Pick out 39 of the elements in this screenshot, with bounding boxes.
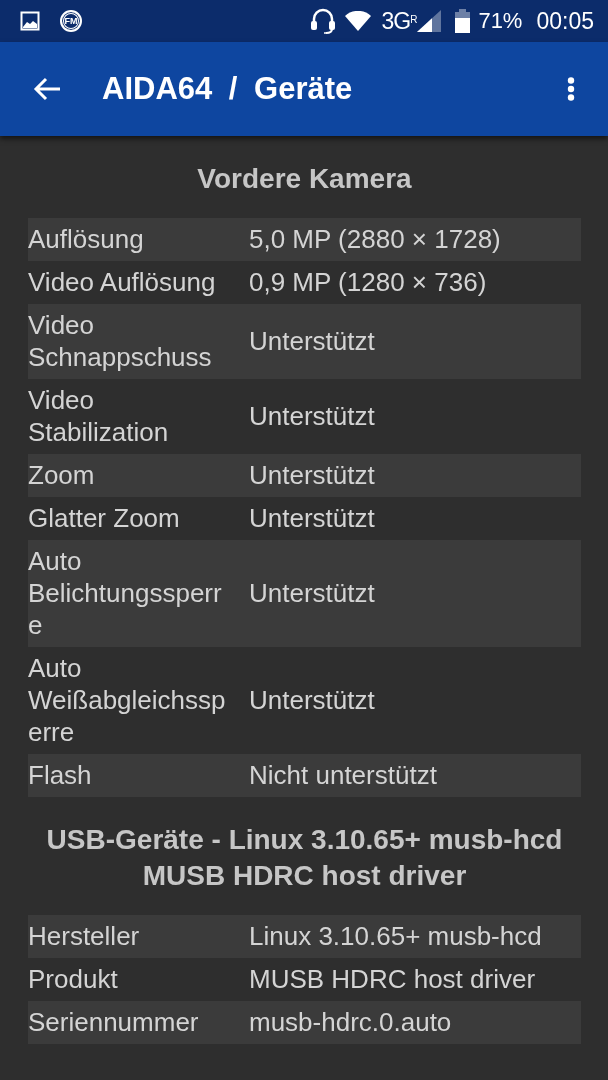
row-label: Produkt <box>28 963 119 995</box>
row-label: Auto Belichtungssperre <box>28 545 223 641</box>
row-label: Glatter Zoom <box>28 502 181 534</box>
wifi-icon <box>345 11 372 31</box>
fm-radio-badge: FM <box>60 10 82 32</box>
row-value: Unterstützt <box>249 502 376 534</box>
row-label: Zoom <box>28 459 96 491</box>
app-title: AIDA64 / Geräte <box>102 71 354 107</box>
row-value: musb-hdrc.0.auto <box>249 1006 453 1038</box>
row-value: MUSB HDRC host driver <box>249 963 537 995</box>
row-label: Seriennummer <box>28 1006 200 1038</box>
row-label: Auflösung <box>28 223 145 255</box>
row-label: Video Auflösung <box>28 266 217 298</box>
row-label: Hersteller <box>28 920 141 952</box>
roaming-indicator: R <box>410 14 418 25</box>
section-title: USB-Geräte - Linux 3.10.65+ musb-hcd MUSB HDRC host driver <box>45 823 564 893</box>
back-arrow-icon <box>33 77 61 101</box>
row-value: Nicht unterstützt <box>249 759 438 791</box>
row-value: 0,9 MP (1280 × 736) <box>249 266 488 298</box>
row-value: Unterstützt <box>249 577 376 609</box>
signal-icon <box>417 10 442 32</box>
row-label: Video Stabilization <box>28 384 170 448</box>
network-type: 3G <box>381 8 411 34</box>
row-label: Flash <box>28 759 93 791</box>
image-icon <box>20 11 40 31</box>
row-value: Linux 3.10.65+ musb-hcd <box>249 920 543 952</box>
more-icon <box>567 77 575 101</box>
row-value: Unterstützt <box>249 400 376 432</box>
row-label: Auto Weißabgleichssperre <box>28 652 227 748</box>
battery-icon <box>455 9 471 33</box>
battery-percent: 71% <box>478 8 523 34</box>
headset-icon <box>311 8 336 34</box>
row-value: Unterstützt <box>249 459 376 491</box>
row-value: Unterstützt <box>249 684 376 716</box>
clock: 00:05 <box>536 7 594 35</box>
section-title: Vordere Kamera <box>196 162 413 196</box>
row-label: Video Schnappschuss <box>28 309 213 373</box>
row-value: 5,0 MP (2880 × 1728) <box>249 223 502 255</box>
row-value: Unterstützt <box>249 325 376 357</box>
